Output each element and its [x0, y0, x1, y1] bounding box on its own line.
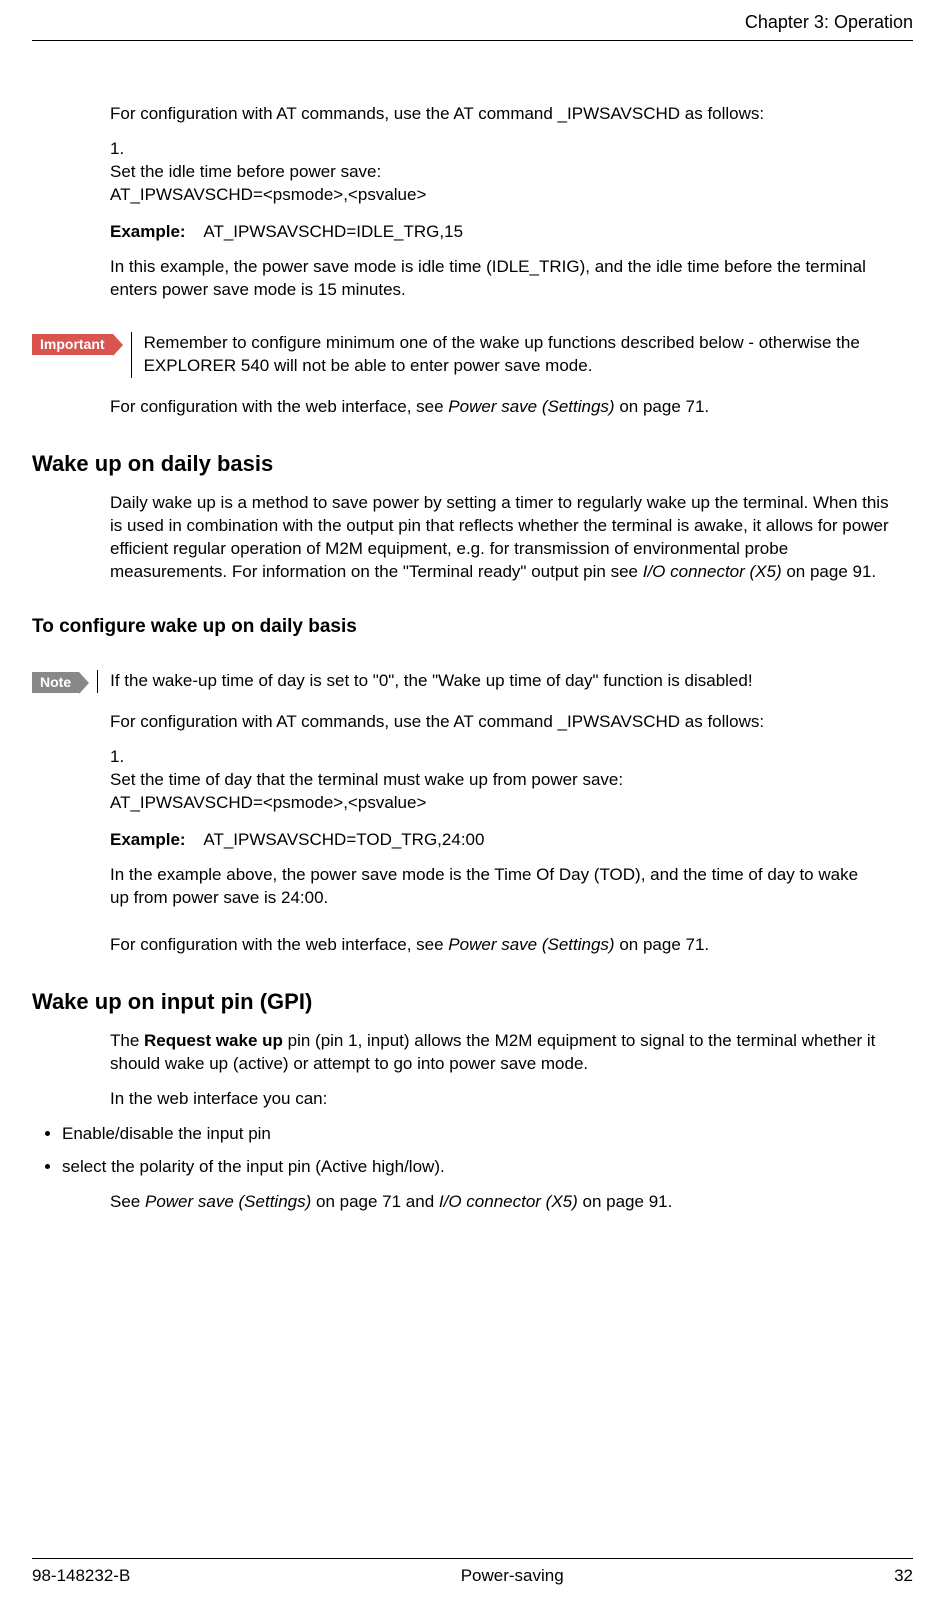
page-content: For configuration with AT commands, use … [32, 91, 913, 1528]
list-item: select the polarity of the input pin (Ac… [62, 1156, 913, 1179]
chapter-title: Chapter 3: Operation [745, 12, 913, 32]
subsection-heading-configure-daily: To configure wake up on daily basis [32, 614, 913, 640]
list-body: Set the time of day that the terminal mu… [110, 769, 869, 922]
section-heading-daily: Wake up on daily basis [32, 449, 913, 479]
callout-important: Important Remember to configure minimum … [32, 332, 913, 378]
list-line-2: AT_IPWSAVSCHD=<psmode>,<psvalue> [110, 792, 869, 815]
text-pre: See [110, 1192, 145, 1211]
list-number: 1. [110, 138, 140, 161]
callout-note: Note If the wake-up time of day is set t… [32, 670, 913, 693]
list-item: Enable/disable the input pin [62, 1123, 913, 1146]
post-important-paragraph: For configuration with the web interface… [110, 396, 903, 419]
example-row: Example: AT_IPWSAVSCHD=IDLE_TRG,15 [110, 221, 869, 244]
example-text: AT_IPWSAVSCHD=TOD_TRG,24:00 [203, 830, 484, 849]
text-post: on page 91. [782, 562, 877, 581]
crossref-link[interactable]: Power save (Settings) [448, 397, 614, 416]
page-footer: 98-148232-B Power-saving 32 [32, 1558, 913, 1602]
crossref-link[interactable]: I/O connector (X5) [439, 1192, 578, 1211]
post-note-paragraph: For configuration with the web interface… [110, 934, 903, 957]
note-tag: Note [32, 672, 79, 693]
intro-paragraph-1: For configuration with AT commands, use … [110, 103, 903, 126]
text-post: on page 71. [615, 935, 710, 954]
list-line-2: AT_IPWSAVSCHD=<psmode>,<psvalue> [110, 184, 869, 207]
gpi-see-paragraph: See Power save (Settings) on page 71 and… [110, 1191, 903, 1214]
example-row: Example: AT_IPWSAVSCHD=TOD_TRG,24:00 [110, 829, 869, 852]
list-body: Set the idle time before power save: AT_… [110, 161, 869, 314]
important-text: Remember to configure minimum one of the… [131, 332, 913, 378]
footer-pagenum: 32 [894, 1565, 913, 1588]
gpi-paragraph-2: In the web interface you can: [110, 1088, 903, 1111]
text-mid: on page 71 and [311, 1192, 439, 1211]
note-text: If the wake-up time of day is set to "0"… [97, 670, 913, 693]
text-post: on page 91. [578, 1192, 673, 1211]
example-text: AT_IPWSAVSCHD=IDLE_TRG,15 [203, 222, 463, 241]
text-pre: The [110, 1031, 144, 1050]
list-line-1: Set the idle time before power save: [110, 161, 869, 184]
crossref-link[interactable]: Power save (Settings) [448, 935, 614, 954]
list-number: 1. [110, 746, 140, 769]
daily-paragraph: Daily wake up is a method to save power … [110, 492, 903, 584]
text-pre: For configuration with the web interface… [110, 935, 448, 954]
list-line-1: Set the time of day that the terminal mu… [110, 769, 869, 792]
bold-term: Request wake up [144, 1031, 283, 1050]
ordered-list-2: 1. Set the time of day that the terminal… [110, 746, 903, 922]
gpi-bullet-list: Enable/disable the input pin select the … [32, 1123, 913, 1179]
ordered-list-1: 1. Set the idle time before power save: … [110, 138, 903, 314]
crossref-link[interactable]: Power save (Settings) [145, 1192, 311, 1211]
footer-docnum: 98-148232-B [32, 1565, 130, 1588]
text-post: on page 71. [615, 397, 710, 416]
text-pre: For configuration with the web interface… [110, 397, 448, 416]
example-explain: In this example, the power save mode is … [110, 256, 869, 302]
intro-paragraph-2: For configuration with AT commands, use … [110, 711, 903, 734]
footer-title: Power-saving [461, 1565, 564, 1588]
page: Chapter 3: Operation For configuration w… [0, 0, 945, 1602]
section-heading-gpi: Wake up on input pin (GPI) [32, 987, 913, 1017]
example-label: Example: [110, 829, 186, 852]
example-explain: In the example above, the power save mod… [110, 864, 869, 910]
gpi-paragraph-1: The Request wake up pin (pin 1, input) a… [110, 1030, 903, 1076]
example-label: Example: [110, 221, 186, 244]
header-rule [32, 40, 913, 41]
page-header: Chapter 3: Operation [32, 10, 913, 40]
crossref-link[interactable]: I/O connector (X5) [643, 562, 782, 581]
important-tag: Important [32, 334, 113, 355]
